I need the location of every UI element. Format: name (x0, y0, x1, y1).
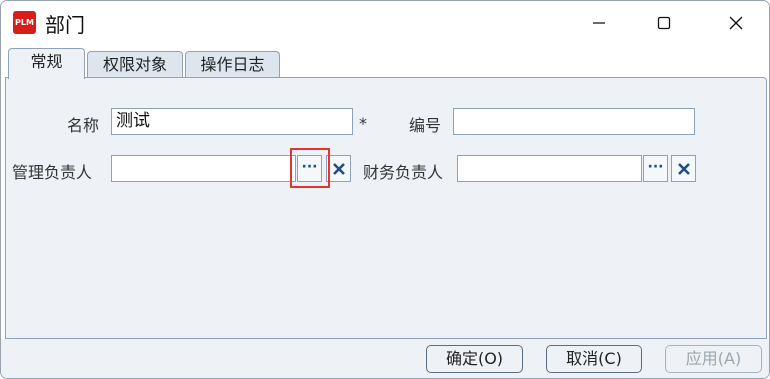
dialog-footer: 确定(O) 取消(C) 应用(A) (1, 339, 769, 378)
finance-clear-button[interactable] (671, 155, 696, 182)
tab-strip: 常规 权限对象 操作日志 (1, 45, 769, 79)
ok-button[interactable]: 确定(O) (426, 345, 523, 373)
number-label: 编号 (409, 116, 442, 135)
tab-permission-objects[interactable]: 权限对象 (87, 51, 183, 79)
name-label: 名称 (67, 116, 100, 135)
manager-label: 管理负责人 (12, 163, 93, 182)
close-icon (729, 16, 743, 30)
finance-input[interactable] (457, 155, 642, 182)
finance-browse-button[interactable]: ··· (643, 155, 668, 182)
manager-input[interactable] (111, 155, 296, 182)
window-title: 部门 (45, 13, 85, 37)
maximize-icon (657, 16, 671, 30)
finance-label: 财务负责人 (363, 163, 444, 182)
required-mark: * (359, 114, 367, 133)
apply-button[interactable]: 应用(A) (665, 345, 762, 373)
minimize-icon (593, 22, 605, 24)
department-dialog: PLM 部门 常规 权限对象 操作日志 名称 测试 * 编号 管理负责人 ···… (0, 0, 770, 379)
plm-app-icon: PLM (13, 11, 36, 34)
cancel-button[interactable]: 取消(C) (546, 345, 642, 373)
highlight-box (290, 148, 330, 188)
tab-operation-log[interactable]: 操作日志 (185, 51, 280, 79)
maximize-button[interactable] (641, 1, 687, 45)
number-input[interactable] (453, 108, 695, 135)
title-bar: PLM 部门 (1, 1, 769, 45)
name-input[interactable]: 测试 (111, 108, 353, 135)
clear-x-icon (332, 162, 345, 175)
tab-general[interactable]: 常规 (8, 48, 85, 79)
clear-x-icon (677, 162, 690, 175)
minimize-button[interactable] (576, 1, 622, 45)
close-button[interactable] (713, 1, 759, 45)
